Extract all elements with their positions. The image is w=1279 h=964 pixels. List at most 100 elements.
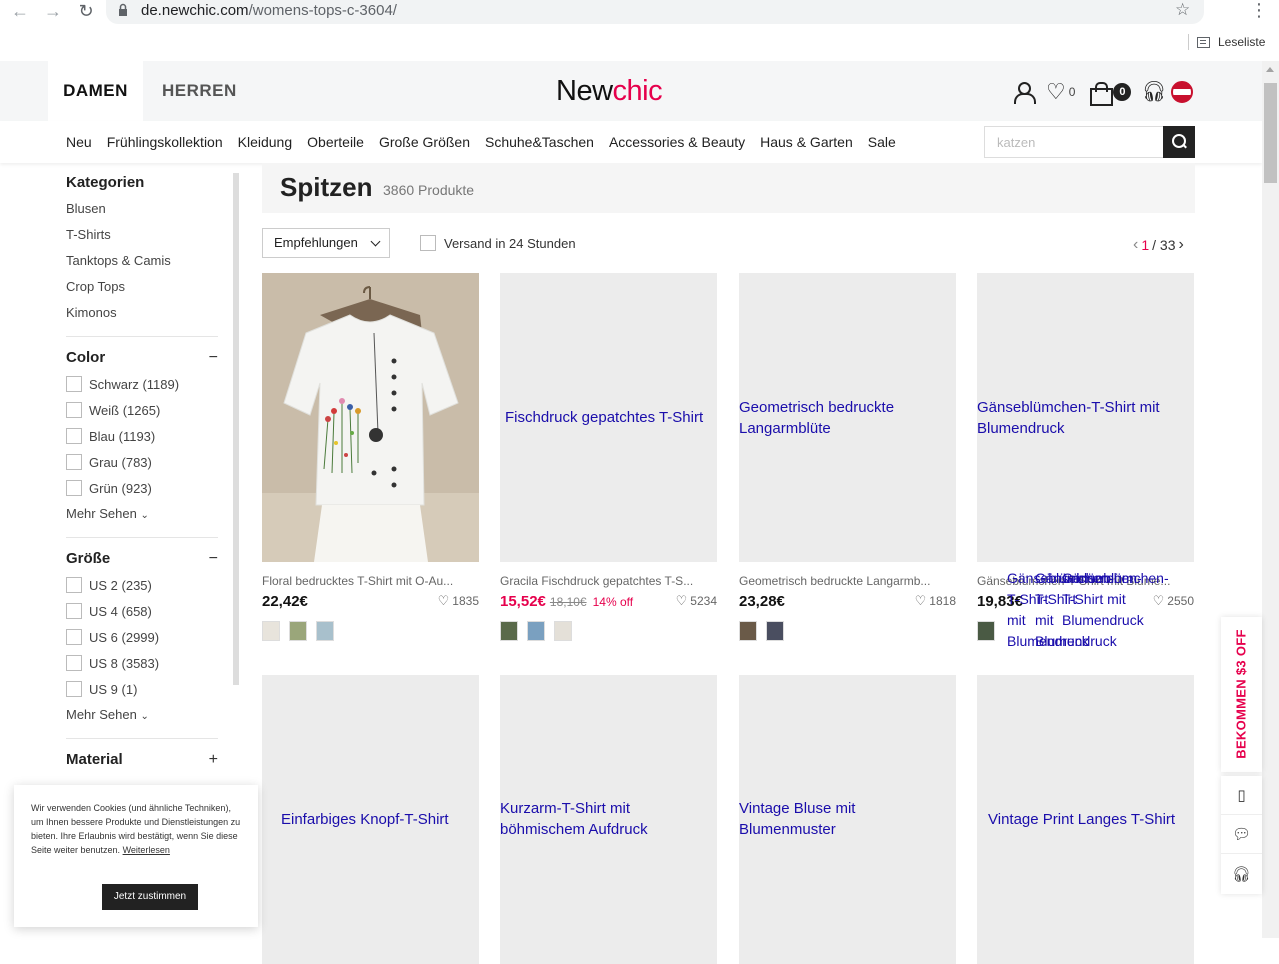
checkbox[interactable]	[66, 577, 82, 593]
color-option[interactable]: Weiß (1265)	[66, 397, 218, 423]
nav-item-home-garden[interactable]: Haus & Garten	[760, 134, 853, 150]
checkbox[interactable]	[66, 376, 82, 392]
product-image[interactable]: Fischdruck gepatchtes T-Shirt	[500, 273, 717, 562]
url-text[interactable]: de.newchic.com/womens-tops-c-3604/	[141, 2, 397, 20]
tab-men[interactable]: HERREN	[162, 61, 237, 121]
product-card[interactable]: Gänseblümchen-T-Shirt mit Blumendruck Gä…	[977, 273, 1194, 641]
swatch[interactable]	[289, 621, 307, 641]
product-image[interactable]: Kurzarm-T-Shirt mit böhmischem Aufdruck	[500, 675, 717, 964]
nav-item-clothing[interactable]: Kleidung	[238, 134, 293, 150]
checkbox[interactable]	[420, 235, 436, 251]
product-image[interactable]: Vintage Print Langes T-Shirt	[977, 675, 1194, 964]
likes[interactable]: ♡ 5234	[676, 593, 717, 609]
checkbox[interactable]	[66, 402, 82, 418]
size-option[interactable]: US 6 (2999)	[66, 624, 218, 650]
page-scrollbar[interactable]	[1262, 61, 1279, 938]
cookie-read-more-link[interactable]: Weiterlesen	[123, 845, 170, 855]
product-card[interactable]: Geometrisch bedruckte Langarmblüte Geome…	[739, 273, 956, 641]
browser-menu-icon[interactable]: ⋮	[1250, 0, 1268, 21]
color-option[interactable]: Blau (1193)	[66, 423, 218, 449]
size-option[interactable]: US 2 (235)	[66, 572, 218, 598]
swatch[interactable]	[527, 621, 545, 641]
product-name[interactable]: Floral bedrucktes T-Shirt mit O-Au...	[262, 574, 479, 588]
checkbox[interactable]	[66, 603, 82, 619]
nav-item-new[interactable]: Neu	[66, 134, 92, 150]
product-card[interactable]: Fischdruck gepatchtes T-Shirt Gracila Fi…	[500, 273, 717, 641]
color-more-link[interactable]: Mehr Sehen ⌄	[66, 501, 218, 527]
color-option[interactable]: Schwarz (1189)	[66, 371, 218, 397]
broken-image-alt[interactable]: Geometrisch bedruckte Langarmblüte	[739, 397, 956, 439]
nav-item-tops[interactable]: Oberteile	[307, 134, 364, 150]
product-card[interactable]: Kurzarm-T-Shirt mit böhmischem Aufdruck	[500, 675, 717, 964]
wishlist-heart-icon[interactable]: ♡	[1046, 80, 1066, 103]
category-link[interactable]: Kimonos	[66, 300, 218, 326]
product-card[interactable]: Vintage Print Langes T-Shirt	[977, 675, 1194, 964]
category-link[interactable]: Tanktops & Camis	[66, 248, 218, 274]
tab-women[interactable]: DAMEN	[48, 61, 143, 121]
reload-icon[interactable]: ↻	[74, 0, 98, 22]
checkbox[interactable]	[66, 480, 82, 496]
sidebar-scrollbar[interactable]	[233, 173, 239, 685]
swatch[interactable]	[766, 621, 784, 641]
coupon-tab[interactable]: BEKOMMEN $3 OFF	[1221, 617, 1262, 772]
size-option[interactable]: US 9 (1)	[66, 676, 218, 702]
headset-support-icon[interactable]: 🎧︎	[1141, 79, 1166, 104]
headset-support-icon[interactable]: 🎧︎	[1221, 854, 1262, 893]
ship-24h-filter[interactable]: Versand in 24 Stunden	[420, 235, 576, 251]
size-more-link[interactable]: Mehr Sehen ⌄	[66, 702, 218, 728]
search-input[interactable]	[984, 126, 1163, 158]
broken-image-alt[interactable]: Fischdruck gepatchtes T-Shirt	[505, 407, 703, 428]
back-arrow-icon[interactable]: ←	[8, 0, 32, 22]
swatch[interactable]	[262, 621, 280, 641]
category-link[interactable]: Crop Tops	[66, 274, 218, 300]
country-flag-icon[interactable]	[1170, 80, 1193, 103]
collapse-minus-icon[interactable]: −	[209, 546, 218, 572]
prev-page-icon[interactable]: ‹	[1133, 236, 1138, 254]
swatch[interactable]	[739, 621, 757, 641]
cookie-accept-button[interactable]: Jetzt zustimmen	[102, 884, 198, 910]
product-card[interactable]: Einfarbiges Knopf-T-Shirt	[262, 675, 479, 964]
checkbox[interactable]	[66, 681, 82, 697]
product-name[interactable]: Gänseblümchen-T-Shirt mit Blume...	[977, 574, 1194, 588]
swatch[interactable]	[500, 621, 518, 641]
category-link[interactable]: Blusen	[66, 196, 218, 222]
scrollbar-thumb[interactable]	[1264, 83, 1277, 183]
scroll-up-arrow-icon[interactable]	[1266, 67, 1274, 72]
color-option[interactable]: Grau (783)	[66, 449, 218, 475]
collapse-minus-icon[interactable]: −	[209, 345, 218, 371]
broken-image-alt[interactable]: Kurzarm-T-Shirt mit böhmischem Aufdruck	[500, 798, 690, 840]
broken-image-alt[interactable]: Gänseblümchen-T-Shirt mit Blumendruck	[977, 397, 1194, 439]
likes[interactable]: ♡ 1818	[915, 593, 956, 609]
product-image[interactable]: Vintage Bluse mit Blumenmuster	[739, 675, 956, 964]
chat-icon[interactable]: 💬︎	[1221, 815, 1262, 854]
color-option[interactable]: Grün (923)	[66, 475, 218, 501]
checkbox[interactable]	[66, 629, 82, 645]
swatch[interactable]	[316, 621, 334, 641]
nav-item-plus-size[interactable]: Große Größen	[379, 134, 470, 150]
broken-image-alt[interactable]: Einfarbiges Knopf-T-Shirt	[281, 809, 449, 830]
size-filter-heading[interactable]: Größe −	[66, 546, 218, 572]
color-filter-heading[interactable]: Color −	[66, 345, 218, 371]
forward-arrow-icon[interactable]: →	[41, 0, 65, 22]
bookmark-star-icon[interactable]: ☆	[1175, 0, 1190, 20]
product-image[interactable]	[262, 273, 479, 562]
shopping-bag-icon[interactable]	[1089, 81, 1114, 106]
product-image[interactable]: Geometrisch bedruckte Langarmblüte	[739, 273, 956, 562]
checkbox[interactable]	[66, 655, 82, 671]
checkbox[interactable]	[66, 454, 82, 470]
product-image[interactable]: Einfarbiges Knopf-T-Shirt	[262, 675, 479, 964]
size-option[interactable]: US 4 (658)	[66, 598, 218, 624]
nav-item-sale[interactable]: Sale	[868, 134, 896, 150]
mobile-app-icon[interactable]: ▯	[1221, 776, 1262, 815]
product-name[interactable]: Geometrisch bedruckte Langarmb...	[739, 574, 956, 588]
newchic-logo[interactable]: Newchic	[556, 74, 663, 108]
checkbox[interactable]	[66, 428, 82, 444]
nav-item-spring[interactable]: Frühlingskollektion	[107, 134, 223, 150]
material-filter-heading[interactable]: Material +	[66, 747, 218, 773]
user-account-icon[interactable]	[1012, 81, 1036, 104]
size-option[interactable]: US 8 (3583)	[66, 650, 218, 676]
category-link[interactable]: T-Shirts	[66, 222, 218, 248]
product-card[interactable]: Vintage Bluse mit Blumenmuster	[739, 675, 956, 964]
product-image[interactable]: Gänseblümchen-T-Shirt mit Blumendruck	[977, 273, 1194, 562]
nav-item-shoes-bags[interactable]: Schuhe&Taschen	[485, 134, 594, 150]
